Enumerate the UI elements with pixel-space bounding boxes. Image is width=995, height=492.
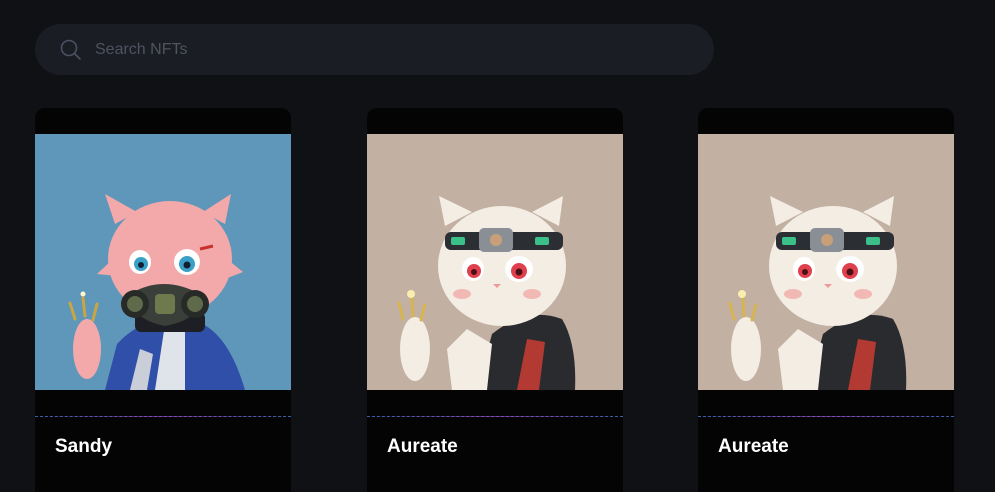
nft-name: Aureate bbox=[718, 436, 789, 457]
nft-image bbox=[367, 134, 623, 390]
nft-image bbox=[35, 134, 291, 390]
search-input[interactable] bbox=[95, 24, 695, 75]
card-divider bbox=[698, 416, 954, 417]
card-divider bbox=[35, 416, 291, 417]
search-bar[interactable] bbox=[35, 24, 714, 75]
nft-image bbox=[698, 134, 954, 390]
nft-name: Aureate bbox=[387, 436, 458, 457]
nft-name: Sandy bbox=[55, 436, 113, 457]
search-icon bbox=[60, 39, 81, 60]
nft-card[interactable]: Aureate bbox=[367, 108, 623, 492]
nft-card[interactable]: Aureate bbox=[698, 108, 954, 492]
nft-card[interactable]: Sandy bbox=[35, 108, 291, 492]
card-divider bbox=[367, 416, 623, 417]
